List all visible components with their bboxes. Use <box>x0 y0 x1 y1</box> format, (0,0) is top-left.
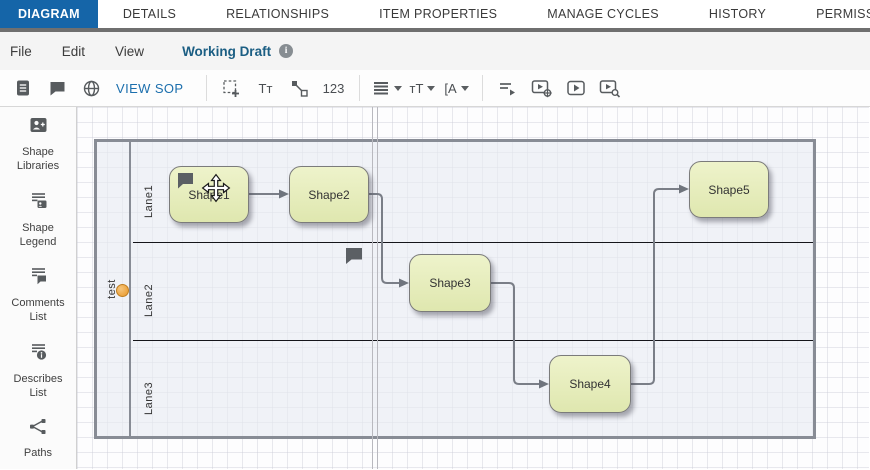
menu-file[interactable]: File <box>10 44 32 59</box>
page-guide-line <box>372 107 373 469</box>
left-sidebar: Shape Libraries Shape Legend Comments Li… <box>0 107 77 469</box>
shape-node-1[interactable]: Shape1 <box>169 166 249 223</box>
menu-edit[interactable]: Edit <box>62 44 85 59</box>
sidebar-item-label: Comments List <box>5 296 71 325</box>
tab-details[interactable]: DETAILS <box>98 0 201 28</box>
menu-view[interactable]: View <box>115 44 144 59</box>
comments-list-icon <box>28 266 49 291</box>
tab-history[interactable]: HISTORY <box>684 0 791 28</box>
comment-icon[interactable] <box>344 246 365 265</box>
shape-label: Shape4 <box>569 377 610 391</box>
globe-icon[interactable] <box>78 74 104 102</box>
pool-marker-icon[interactable] <box>116 284 129 297</box>
working-draft-status: Working Draft <box>182 44 271 59</box>
sidebar-item-describes-list[interactable]: Describes List <box>5 342 71 401</box>
sidebar-item-label: Describes List <box>5 372 71 401</box>
shape-node-5[interactable]: Shape5 <box>689 161 769 218</box>
shape-node-2[interactable]: Shape2 <box>289 166 369 223</box>
tab-bar: DIAGRAM DETAILS RELATIONSHIPS ITEM PROPE… <box>0 0 870 28</box>
tab-diagram[interactable]: DIAGRAM <box>0 0 98 28</box>
shape-label: Shape2 <box>308 188 349 202</box>
shape-label: Shape3 <box>429 276 470 290</box>
connector-icon[interactable] <box>287 74 313 102</box>
comment-indicator-icon[interactable] <box>176 171 196 189</box>
shape-label: Shape5 <box>708 183 749 197</box>
caret-down-icon <box>394 86 402 91</box>
lane-divider <box>133 340 813 341</box>
comment-icon[interactable] <box>44 74 70 102</box>
describes-list-icon <box>28 342 49 367</box>
document-icon[interactable] <box>10 74 36 102</box>
run-list-icon[interactable] <box>495 74 521 102</box>
paths-icon <box>28 417 48 441</box>
caret-down-icon <box>427 86 435 91</box>
sidebar-item-shape-libraries[interactable]: Shape Libraries <box>5 115 71 174</box>
lane-divider <box>133 242 813 243</box>
app-window: DIAGRAM DETAILS RELATIONSHIPS ITEM PROPE… <box>0 0 870 469</box>
tab-relationships[interactable]: RELATIONSHIPS <box>201 0 354 28</box>
lane-label-3[interactable]: Lane3 <box>141 363 157 415</box>
sidebar-item-label: Shape Legend <box>5 221 71 250</box>
shape-legend-icon <box>28 191 49 216</box>
toolbar-separator <box>206 75 207 101</box>
tab-permissions[interactable]: PERMISSIONS <box>791 0 870 28</box>
toolbar-separator <box>359 75 360 101</box>
sidebar-item-label: Shape Libraries <box>5 145 71 174</box>
tab-item-properties[interactable]: ITEM PROPERTIES <box>354 0 522 28</box>
font-size-icon[interactable]: ᴛT <box>410 74 436 102</box>
shape-libraries-icon <box>28 115 49 140</box>
sidebar-item-comments-list[interactable]: Comments List <box>5 266 71 325</box>
marquee-add-icon[interactable] <box>219 74 245 102</box>
lane-label-2[interactable]: Lane2 <box>141 265 157 317</box>
menu-bar: File Edit View Working Draft i <box>0 32 870 70</box>
toolbar: VIEW SOP Tᴛ 123 ᴛT [A <box>0 70 870 107</box>
run-icon[interactable] <box>563 74 589 102</box>
shape-node-4[interactable]: Shape4 <box>549 355 631 413</box>
sidebar-item-shape-legend[interactable]: Shape Legend <box>5 191 71 250</box>
run-settings-icon[interactable] <box>529 74 555 102</box>
numbering-icon[interactable]: 123 <box>321 74 347 102</box>
main-area: Shape Libraries Shape Legend Comments Li… <box>0 107 870 469</box>
line-style-icon[interactable] <box>372 74 402 102</box>
sidebar-item-paths[interactable]: Paths <box>5 417 71 460</box>
caret-down-icon <box>461 86 469 91</box>
tab-manage-cycles[interactable]: MANAGE CYCLES <box>522 0 684 28</box>
shape-node-3[interactable]: Shape3 <box>409 254 491 312</box>
run-search-icon[interactable] <box>597 74 623 102</box>
page-guide-line <box>377 107 378 469</box>
text-tool-icon[interactable]: Tᴛ <box>253 74 279 102</box>
lane-label-1[interactable]: Lane1 <box>141 166 157 218</box>
diagram-canvas[interactable]: test Lane1 Lane2 Lane3 <box>77 107 869 469</box>
shape-label: Shape1 <box>188 188 229 202</box>
font-family-icon[interactable]: [A <box>444 74 470 102</box>
sidebar-item-label: Paths <box>5 446 71 460</box>
info-icon[interactable]: i <box>279 44 293 58</box>
view-sop-button[interactable]: VIEW SOP <box>116 81 184 96</box>
toolbar-separator <box>482 75 483 101</box>
